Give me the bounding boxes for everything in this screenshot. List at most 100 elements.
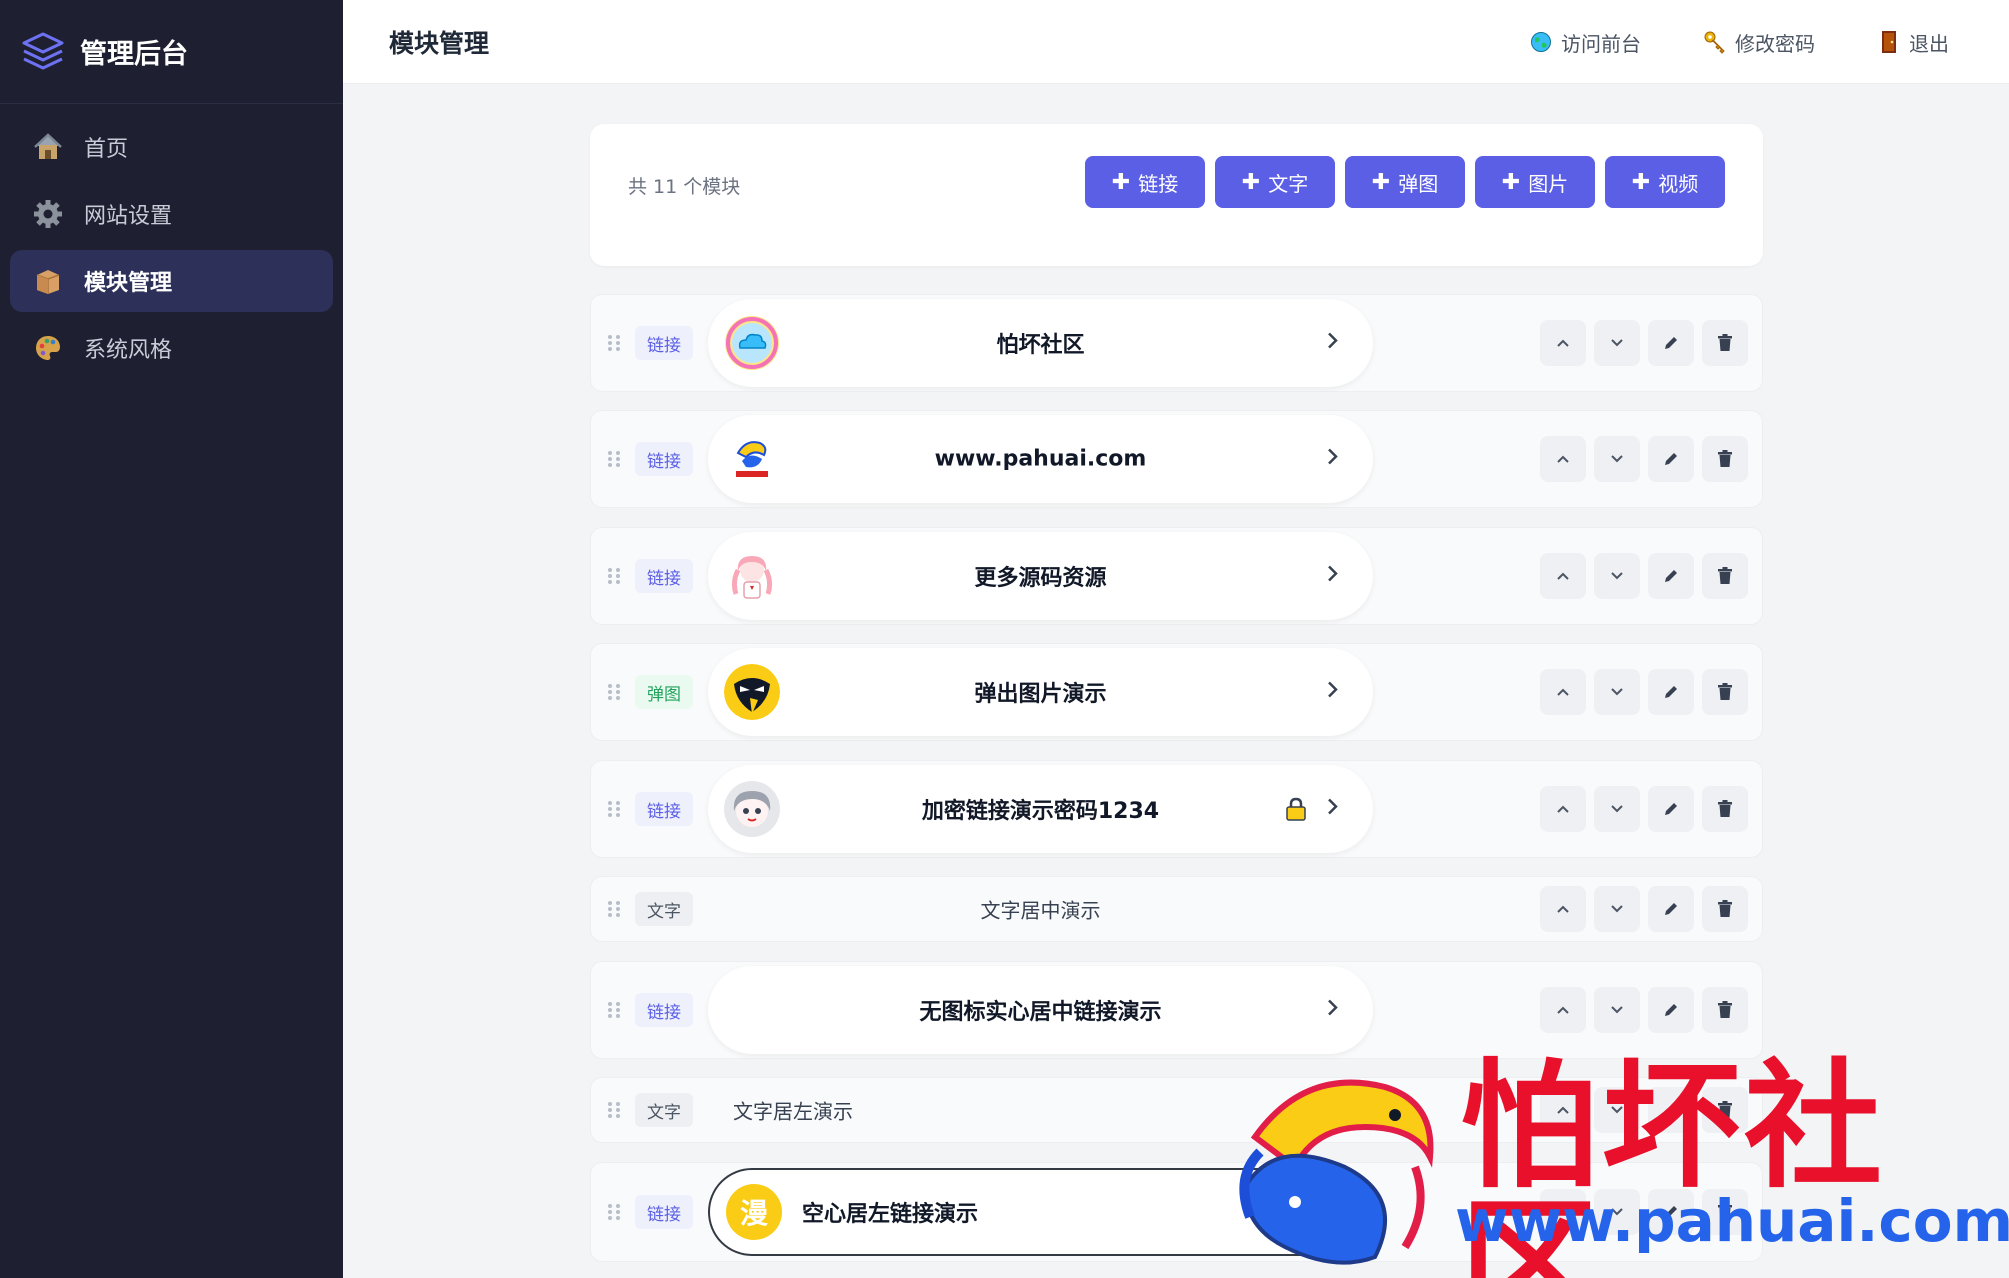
pencil-icon	[1665, 903, 1677, 915]
drag-handle-icon[interactable]	[607, 1001, 621, 1019]
chevron-down-icon	[1611, 688, 1623, 696]
module-row[interactable]: 弹图 弹出图片演示	[590, 643, 1763, 741]
module-type-tag: 链接	[635, 559, 693, 593]
sidebar-item-system-style[interactable]: 系统风格	[10, 317, 333, 379]
penguin-icon	[724, 664, 780, 720]
move-down-button[interactable]	[1594, 886, 1640, 932]
module-row[interactable]: 文字 文字居中演示	[590, 876, 1763, 942]
sidebar-item-label: 网站设置	[84, 204, 173, 229]
chevron-right-icon	[1327, 998, 1339, 1023]
drag-handle-icon[interactable]	[607, 567, 621, 585]
chevron-down-icon	[1611, 339, 1623, 347]
lock-icon	[1286, 797, 1306, 821]
chevron-up-icon	[1557, 805, 1569, 813]
delete-button[interactable]	[1702, 436, 1748, 482]
add-video-button[interactable]: ✚ 视频	[1605, 156, 1725, 208]
link-pill[interactable]: www.pahuai.com	[708, 415, 1373, 503]
logout-link[interactable]: 退出	[1877, 28, 1949, 57]
move-up-button[interactable]	[1540, 553, 1586, 599]
anime-avatar-icon	[724, 781, 780, 837]
move-up-button[interactable]	[1540, 987, 1586, 1033]
module-row[interactable]: 链接 更多源码资源	[590, 527, 1763, 625]
module-type-tag: 文字	[635, 1093, 693, 1127]
drag-handle-icon[interactable]	[607, 683, 621, 701]
delete-button[interactable]	[1702, 886, 1748, 932]
edit-button[interactable]	[1648, 436, 1694, 482]
drag-handle-icon[interactable]	[607, 900, 621, 918]
delete-button[interactable]	[1702, 320, 1748, 366]
delete-button[interactable]	[1702, 987, 1748, 1033]
add-text-button[interactable]: ✚ 文字	[1215, 156, 1335, 208]
pahuai-logo-icon	[724, 431, 780, 487]
row-actions	[1532, 886, 1748, 932]
move-down-button[interactable]	[1594, 786, 1640, 832]
drag-handle-icon[interactable]	[607, 1101, 621, 1119]
visit-front-label: 访问前台	[1561, 31, 1641, 56]
link-pill[interactable]: 更多源码资源	[708, 532, 1373, 620]
delete-button[interactable]	[1702, 669, 1748, 715]
chevron-up-icon	[1557, 339, 1569, 347]
plus-icon: ✚	[1241, 169, 1261, 195]
move-up-button[interactable]	[1540, 669, 1586, 715]
plus-icon: ✚	[1371, 169, 1391, 195]
link-pill[interactable]: 无图标实心居中链接演示	[708, 966, 1373, 1054]
edit-button[interactable]	[1648, 786, 1694, 832]
chevron-right-icon	[1327, 447, 1339, 472]
sidebar-item-site-settings[interactable]: 网站设置	[10, 183, 333, 245]
module-row[interactable]: 链接 www.pahuai.com	[590, 410, 1763, 508]
add-image-button[interactable]: ✚ 图片	[1475, 156, 1595, 208]
drag-handle-icon[interactable]	[607, 450, 621, 468]
move-down-button[interactable]	[1594, 987, 1640, 1033]
drag-handle-icon[interactable]	[607, 334, 621, 352]
move-up-button[interactable]	[1540, 436, 1586, 482]
change-password-link[interactable]: 修改密码	[1703, 28, 1815, 57]
delete-button[interactable]	[1702, 786, 1748, 832]
anime-girl-icon	[724, 548, 780, 604]
move-down-button[interactable]	[1594, 320, 1640, 366]
link-pill[interactable]: 加密链接演示密码1234	[708, 765, 1373, 853]
module-type-tag: 链接	[635, 326, 693, 360]
add-popup-button[interactable]: ✚ 弹图	[1345, 156, 1465, 208]
brand[interactable]: 管理后台	[0, 0, 343, 104]
module-row[interactable]: 链接 怕坏社区	[590, 294, 1763, 392]
drag-handle-icon[interactable]	[607, 1203, 621, 1221]
move-up-button[interactable]	[1540, 320, 1586, 366]
add-link-button[interactable]: ✚ 链接	[1085, 156, 1205, 208]
edit-button[interactable]	[1648, 553, 1694, 599]
sidebar-item-label: 模块管理	[84, 271, 173, 296]
edit-button[interactable]	[1648, 987, 1694, 1033]
delete-button[interactable]	[1702, 553, 1748, 599]
topbar: 模块管理 访问前台 修改密码 退出	[343, 0, 2009, 84]
row-actions	[1532, 987, 1748, 1033]
globe-icon	[1529, 30, 1553, 54]
chevron-down-icon	[1611, 455, 1623, 463]
sidebar-item-label: 首页	[84, 137, 129, 162]
move-down-button[interactable]	[1594, 553, 1640, 599]
link-label: www.pahuai.com	[934, 446, 1147, 472]
drag-handle-icon[interactable]	[607, 800, 621, 818]
row-actions	[1532, 553, 1748, 599]
module-count: 共 11 个模块	[628, 176, 741, 198]
move-up-button[interactable]	[1540, 786, 1586, 832]
popup-pill[interactable]: 弹出图片演示	[708, 648, 1373, 736]
popup-label: 弹出图片演示	[974, 682, 1107, 707]
trash-icon	[1718, 450, 1732, 467]
visit-front-link[interactable]: 访问前台	[1529, 28, 1641, 57]
sidebar-item-home[interactable]: 首页	[10, 116, 333, 178]
module-row[interactable]: 链接 加密链接演示密码1234	[590, 760, 1763, 858]
watermark: 怕坏社区 www.pahuai.com	[1215, 1052, 2009, 1278]
brand-title: 管理后台	[80, 39, 188, 70]
row-actions	[1532, 786, 1748, 832]
edit-button[interactable]	[1648, 669, 1694, 715]
edit-button[interactable]	[1648, 320, 1694, 366]
chevron-right-icon	[1327, 331, 1339, 356]
sidebar-item-module-management[interactable]: 模块管理	[10, 250, 333, 312]
chevron-down-icon	[1611, 1006, 1623, 1014]
edit-button[interactable]	[1648, 886, 1694, 932]
pencil-icon	[1665, 453, 1677, 465]
link-pill[interactable]: 怕坏社区	[708, 299, 1373, 387]
move-up-button[interactable]	[1540, 886, 1586, 932]
move-down-button[interactable]	[1594, 436, 1640, 482]
row-actions	[1532, 436, 1748, 482]
move-down-button[interactable]	[1594, 669, 1640, 715]
